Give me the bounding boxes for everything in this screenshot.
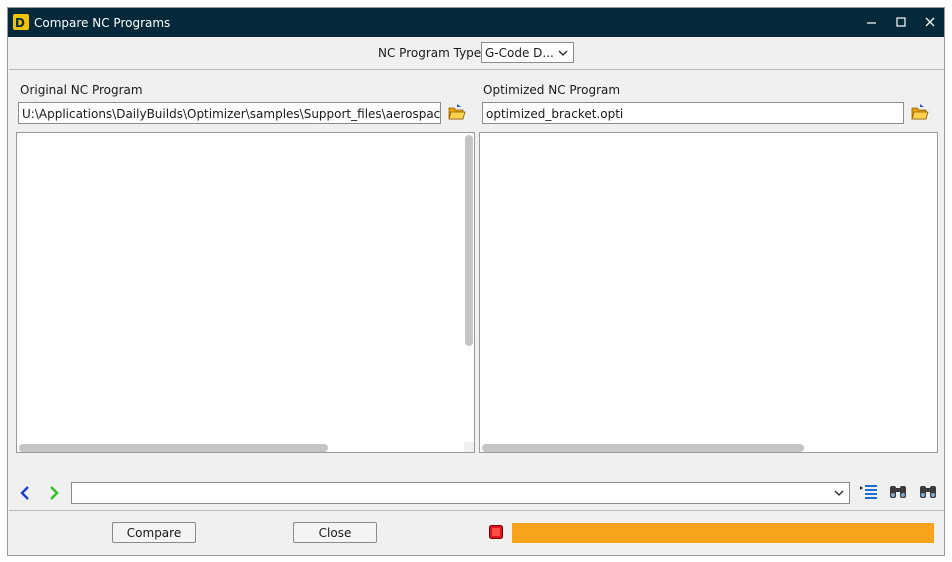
compare-nc-programs-window: D Compare NC Programs NC Program Type G-… — [7, 7, 945, 556]
original-program-path-value: U:\Applications\DailyBuilds\Optimizer\sa… — [22, 107, 441, 121]
maximize-icon — [896, 17, 906, 27]
open-folder-icon[interactable] — [910, 103, 930, 123]
optimized-program-path-field[interactable]: optimized_bracket.opti — [482, 102, 904, 124]
nc-program-type-label: NC Program Type — [378, 46, 482, 60]
original-vertical-scrollbar[interactable] — [465, 135, 473, 346]
optimized-program-label: Optimized NC Program — [483, 83, 621, 97]
chevron-down-icon — [558, 50, 568, 56]
back-arrow-icon[interactable] — [17, 485, 33, 501]
compare-button[interactable]: Compare — [112, 522, 196, 543]
optimized-program-view[interactable] — [479, 132, 938, 453]
scroll-corner — [464, 442, 474, 452]
optimized-program-path-value: optimized_bracket.opti — [486, 107, 624, 121]
close-window-button[interactable] — [913, 8, 947, 37]
app-logo-icon: D — [13, 14, 29, 30]
minimize-icon — [867, 22, 876, 24]
optimized-horizontal-scrollbar[interactable] — [482, 444, 804, 452]
nc-program-type-select[interactable]: G-Code D... — [481, 42, 574, 63]
footer-divider — [9, 510, 944, 511]
search-combo[interactable] — [71, 482, 850, 504]
title-bar: D Compare NC Programs — [8, 8, 944, 37]
progress-bar — [512, 523, 934, 543]
stop-icon[interactable] — [489, 525, 503, 539]
open-folder-icon[interactable] — [447, 103, 467, 123]
close-button[interactable]: Close — [293, 522, 377, 543]
progress-bar-fill — [512, 523, 934, 543]
binoculars-icon[interactable] — [888, 483, 908, 501]
list-icon[interactable] — [859, 483, 879, 501]
binoculars-alt-icon[interactable] — [918, 483, 938, 501]
nc-program-type-value: G-Code D... — [485, 46, 554, 60]
original-program-path-field[interactable]: U:\Applications\DailyBuilds\Optimizer\sa… — [18, 102, 441, 124]
header-divider — [9, 69, 944, 70]
original-program-label: Original NC Program — [20, 83, 143, 97]
original-horizontal-scrollbar[interactable] — [19, 444, 328, 452]
svg-text:D: D — [15, 16, 25, 30]
forward-arrow-icon[interactable] — [46, 485, 62, 501]
chevron-down-icon — [834, 490, 844, 496]
original-program-view[interactable] — [16, 132, 475, 453]
close-icon — [925, 17, 935, 27]
window-title: Compare NC Programs — [34, 16, 171, 30]
